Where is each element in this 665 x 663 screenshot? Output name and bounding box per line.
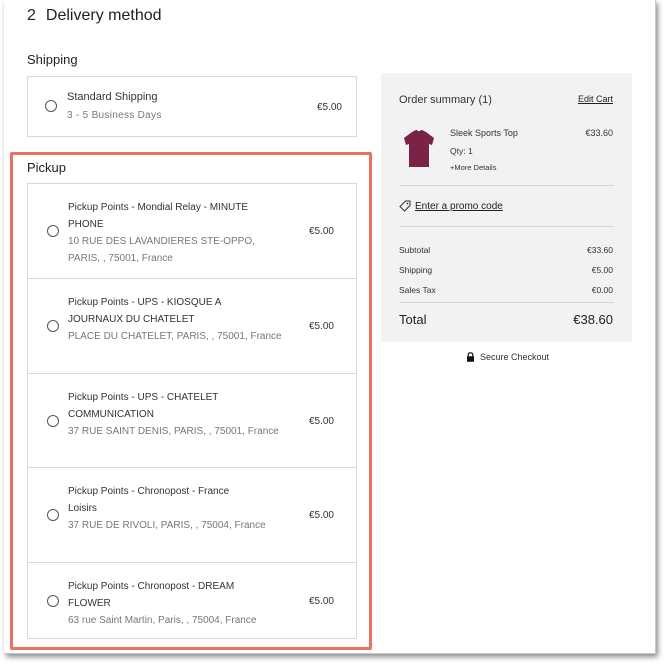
pickup-option-name: Pickup Points - Mondial Relay - MINUTE P… bbox=[68, 202, 249, 230]
pickup-option-price: €5.00 bbox=[308, 321, 334, 332]
order-summary-panel: Order summary (1) Edit Cart Sleek Sports… bbox=[381, 73, 632, 342]
radio-button[interactable] bbox=[47, 509, 59, 521]
sales-tax-label: Sales Tax bbox=[399, 285, 436, 295]
secure-checkout-label: Secure Checkout bbox=[480, 352, 550, 362]
lock-icon bbox=[467, 352, 474, 362]
radio-button[interactable] bbox=[47, 595, 59, 607]
step-number: 2 bbox=[27, 7, 36, 24]
pickup-option-price: €5.00 bbox=[308, 510, 334, 521]
divider bbox=[399, 302, 614, 303]
tag-icon bbox=[399, 200, 411, 212]
product-price: €33.60 bbox=[585, 128, 613, 138]
radio-button[interactable] bbox=[47, 225, 59, 237]
pickup-option[interactable]: Pickup Points - Chronopost - France Lois… bbox=[28, 468, 356, 563]
pickup-option-name: Pickup Points - Chronopost - France Lois… bbox=[68, 486, 230, 514]
subtotal-label: Subtotal bbox=[399, 245, 431, 255]
shipping-cost-value: €5.00 bbox=[591, 265, 613, 275]
order-summary-title: Order summary (1) bbox=[399, 94, 492, 106]
total-label: Total bbox=[399, 312, 427, 327]
radio-button[interactable] bbox=[45, 100, 57, 112]
pickup-option[interactable]: Pickup Points - UPS - KIOSQUE A JOURNAUX… bbox=[28, 279, 356, 374]
divider bbox=[399, 226, 614, 227]
total-value: €38.60 bbox=[573, 312, 613, 327]
product-thumbnail bbox=[404, 129, 434, 167]
product-name: Sleek Sports Top bbox=[450, 128, 518, 138]
shipping-option-duration: 3 - 5 Business Days bbox=[67, 110, 162, 121]
pickup-option-address: 37 RUE SAINT DENIS, PARIS, , 75001, Fran… bbox=[68, 426, 279, 437]
shipping-option-standard[interactable]: Standard Shipping 3 - 5 Business Days €5… bbox=[27, 76, 357, 137]
shipping-option-name: Standard Shipping bbox=[67, 91, 158, 103]
delivery-method-title: 2 Delivery method bbox=[27, 7, 162, 25]
product-quantity: Qty: 1 bbox=[450, 146, 473, 156]
step-title-text: Delivery method bbox=[45, 7, 162, 24]
more-details-link[interactable]: +More Details bbox=[450, 163, 496, 172]
shipping-option-price: €5.00 bbox=[316, 102, 342, 113]
pickup-option-name: Pickup Points - Chronopost - DREAM FLOWE… bbox=[68, 581, 235, 609]
pickup-heading: Pickup bbox=[27, 160, 67, 175]
secure-checkout: Secure Checkout bbox=[466, 352, 549, 362]
pickup-option[interactable]: Pickup Points - Mondial Relay - MINUTE P… bbox=[28, 184, 356, 279]
subtotal-value: €33.60 bbox=[587, 245, 613, 255]
pickup-option-address: PLACE DU CHATELET, PARIS, , 75001, Franc… bbox=[68, 331, 282, 342]
pickup-option-price: €5.00 bbox=[308, 596, 334, 607]
pickup-option-name: Pickup Points - UPS - CHATELET COMMUNICA… bbox=[68, 392, 219, 420]
pickup-options-list: Pickup Points - Mondial Relay - MINUTE P… bbox=[27, 183, 357, 639]
radio-button[interactable] bbox=[47, 320, 59, 332]
pickup-option-price: €5.00 bbox=[308, 226, 334, 237]
divider bbox=[399, 185, 614, 186]
pickup-option-name: Pickup Points - UPS - KIOSQUE A JOURNAUX… bbox=[68, 297, 221, 325]
edit-cart-link[interactable]: Edit Cart bbox=[578, 94, 613, 104]
pickup-option[interactable]: Pickup Points - UPS - CHATELET COMMUNICA… bbox=[28, 374, 356, 468]
pickup-option-address: 63 rue Saint Martin, Paris, , 75004, Fra… bbox=[68, 615, 257, 626]
pickup-option-address: 10 RUE DES LAVANDIERES STE-OPPO, PARIS, … bbox=[68, 236, 255, 264]
sales-tax-value: €0.00 bbox=[591, 285, 613, 295]
radio-button[interactable] bbox=[47, 415, 59, 427]
pickup-option-address: 37 RUE DE RIVOLI, PARIS, , 75004, France bbox=[68, 520, 266, 531]
shipping-cost-label: Shipping bbox=[399, 265, 433, 275]
pickup-option-price: €5.00 bbox=[308, 416, 334, 427]
pickup-option[interactable]: Pickup Points - Chronopost - DREAM FLOWE… bbox=[28, 563, 356, 639]
shipping-heading: Shipping bbox=[27, 52, 78, 67]
promo-code-link[interactable]: Enter a promo code bbox=[415, 201, 503, 212]
